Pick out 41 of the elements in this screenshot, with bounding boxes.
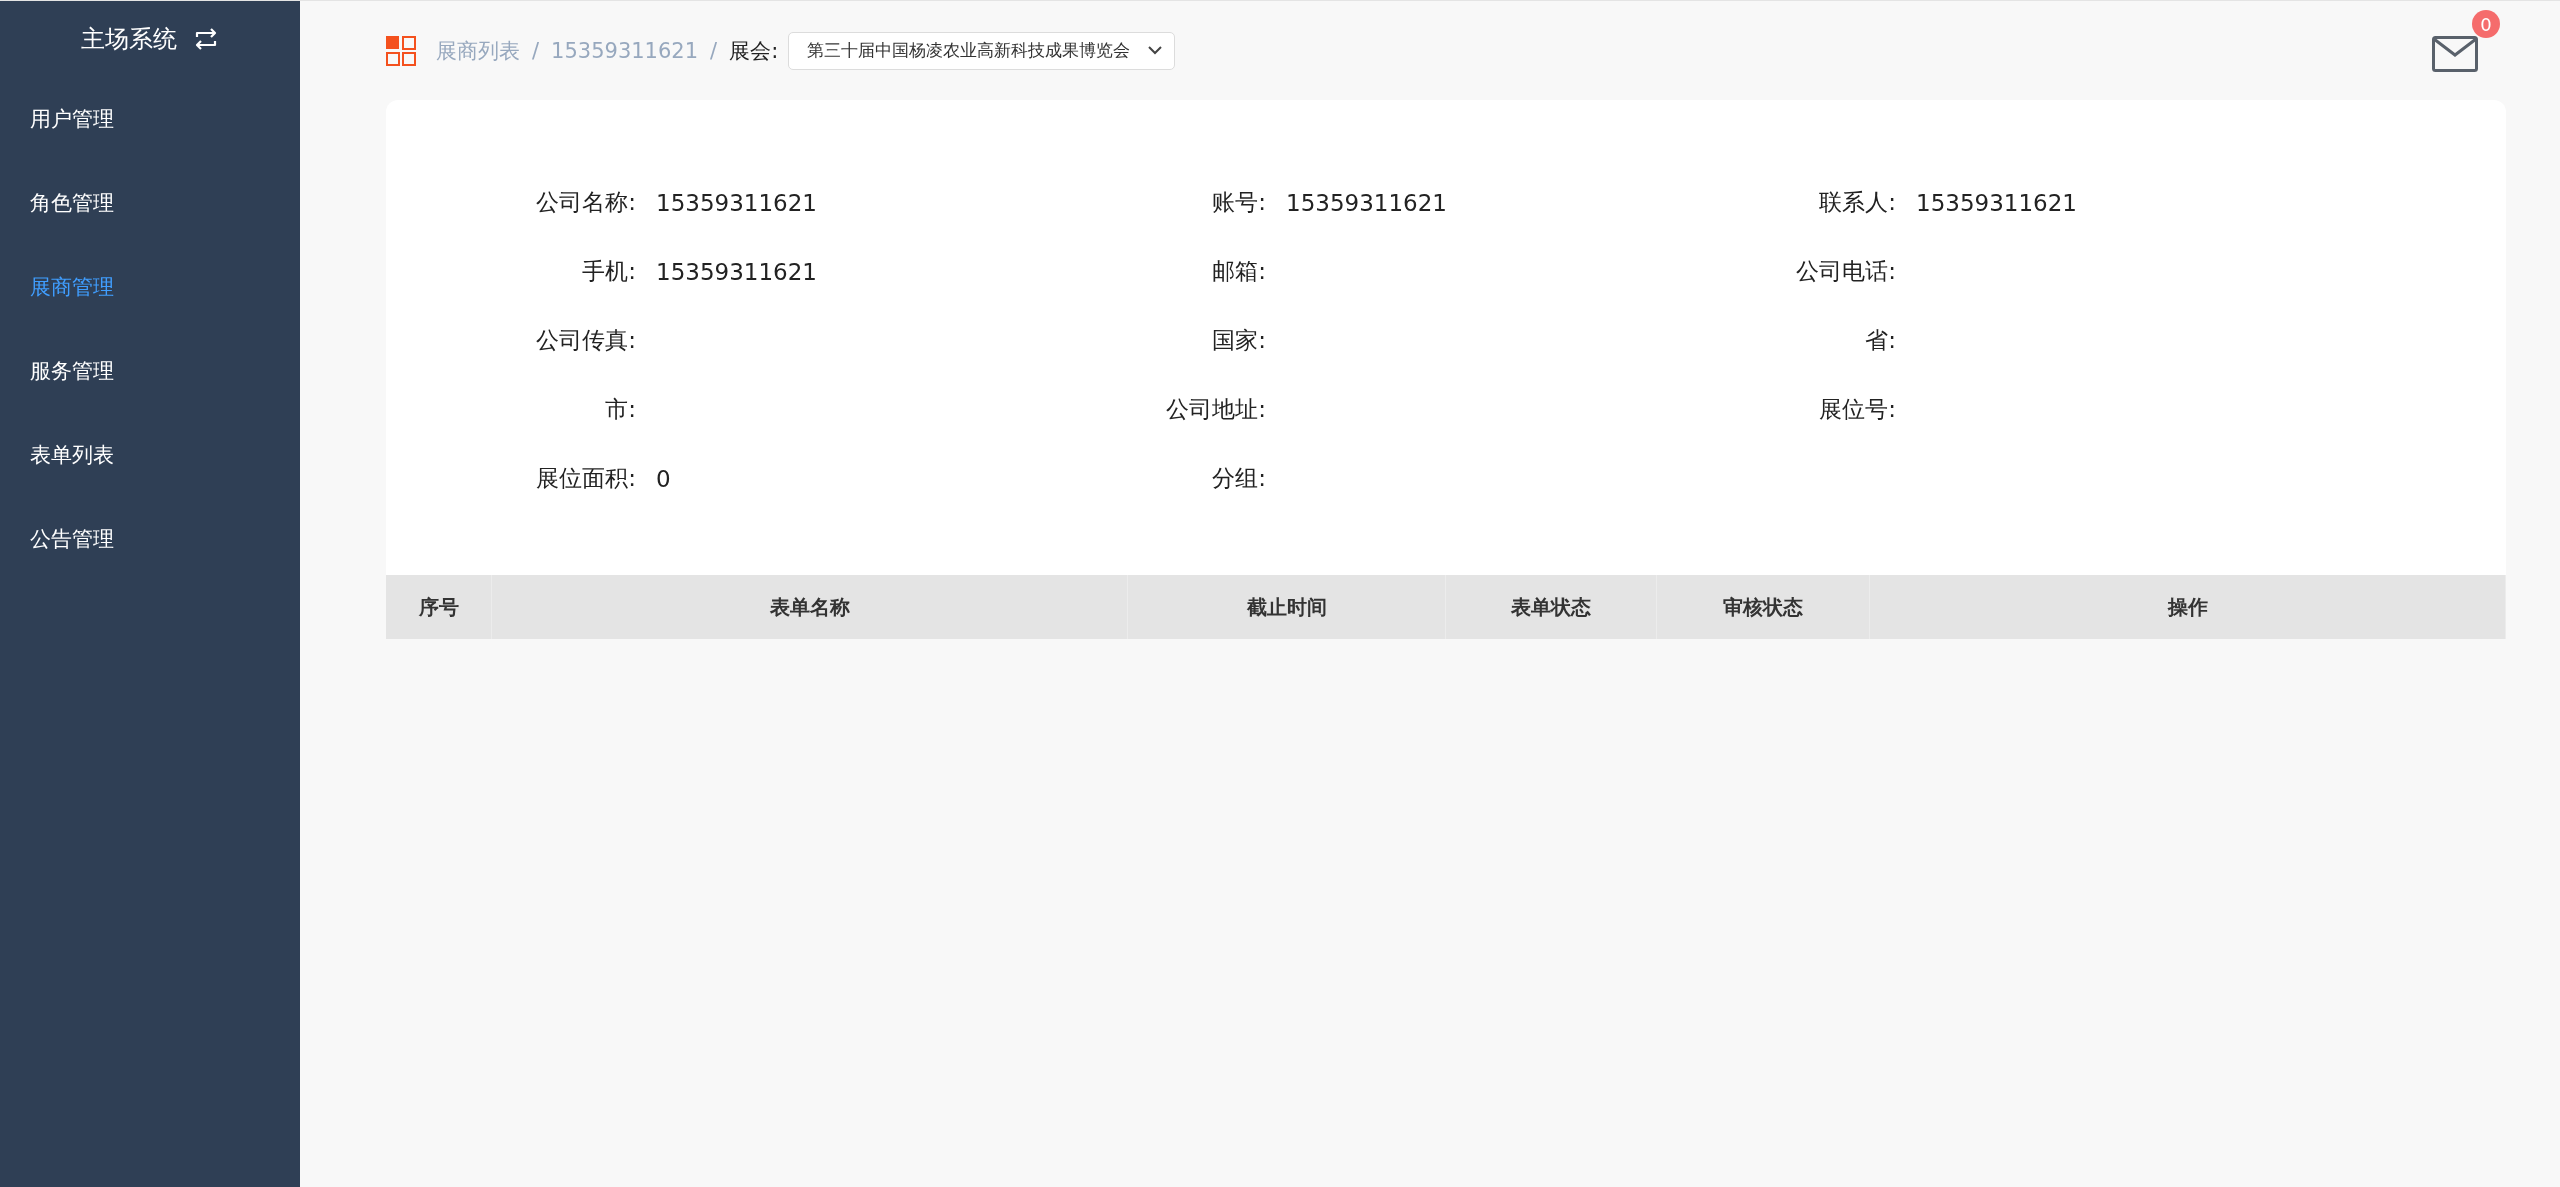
field-label: 账号: bbox=[1211, 188, 1266, 217]
sidebar-item[interactable]: 展商管理 bbox=[0, 245, 300, 329]
exhibition-label: 展会: bbox=[729, 37, 779, 65]
column-header: 审核状态 bbox=[1723, 593, 1803, 621]
field-label: 市: bbox=[604, 395, 636, 424]
field-value: 15359311621 bbox=[656, 258, 817, 285]
column-header: 截止时间 bbox=[1246, 593, 1327, 621]
field-label: 省: bbox=[1864, 326, 1896, 355]
column-header: 操作 bbox=[2167, 593, 2208, 621]
field-label: 手机: bbox=[581, 257, 636, 286]
field-label: 联系人: bbox=[1818, 188, 1896, 217]
sidebar-item[interactable]: 公告管理 bbox=[0, 497, 300, 581]
field-label: 展位面积: bbox=[535, 464, 636, 493]
sidebar-item[interactable]: 表单列表 bbox=[0, 413, 300, 497]
field-label: 公司电话: bbox=[1795, 257, 1896, 286]
field-value: 15359311621 bbox=[1916, 189, 2077, 216]
field-label: 分组: bbox=[1211, 464, 1266, 493]
field-label: 邮箱: bbox=[1211, 257, 1266, 286]
column-header: 表单名称 bbox=[769, 593, 850, 621]
column-header: 表单状态 bbox=[1511, 593, 1591, 621]
switch-arrows-icon[interactable] bbox=[193, 27, 219, 51]
chevron-down-icon bbox=[1148, 46, 1163, 55]
notification-badge: 0 bbox=[2472, 10, 2500, 38]
grid-icon bbox=[386, 35, 416, 66]
field-value: 15359311621 bbox=[1286, 189, 1447, 216]
field-label: 国家: bbox=[1211, 326, 1266, 355]
sidebar-item[interactable]: 用户管理 bbox=[0, 77, 300, 161]
sidebar-item[interactable]: 角色管理 bbox=[0, 161, 300, 245]
sidebar-item[interactable]: 服务管理 bbox=[0, 329, 300, 413]
field-label: 展位号: bbox=[1818, 395, 1896, 424]
field-value: 0 bbox=[656, 465, 671, 492]
field-value: 15359311621 bbox=[656, 189, 817, 216]
field-label: 公司传真: bbox=[535, 326, 636, 355]
breadcrumb-separator: / bbox=[532, 38, 540, 63]
breadcrumb-separator: / bbox=[710, 38, 718, 63]
envelope-icon[interactable] bbox=[2432, 36, 2478, 72]
exhibition-select[interactable]: 第三十届中国杨凌农业高新科技成果博览会 bbox=[788, 31, 1176, 70]
column-header: 序号 bbox=[418, 593, 459, 621]
system-title: 主场系统 bbox=[81, 24, 177, 55]
field-label: 公司名称: bbox=[535, 188, 636, 217]
field-label: 公司地址: bbox=[1165, 395, 1266, 424]
